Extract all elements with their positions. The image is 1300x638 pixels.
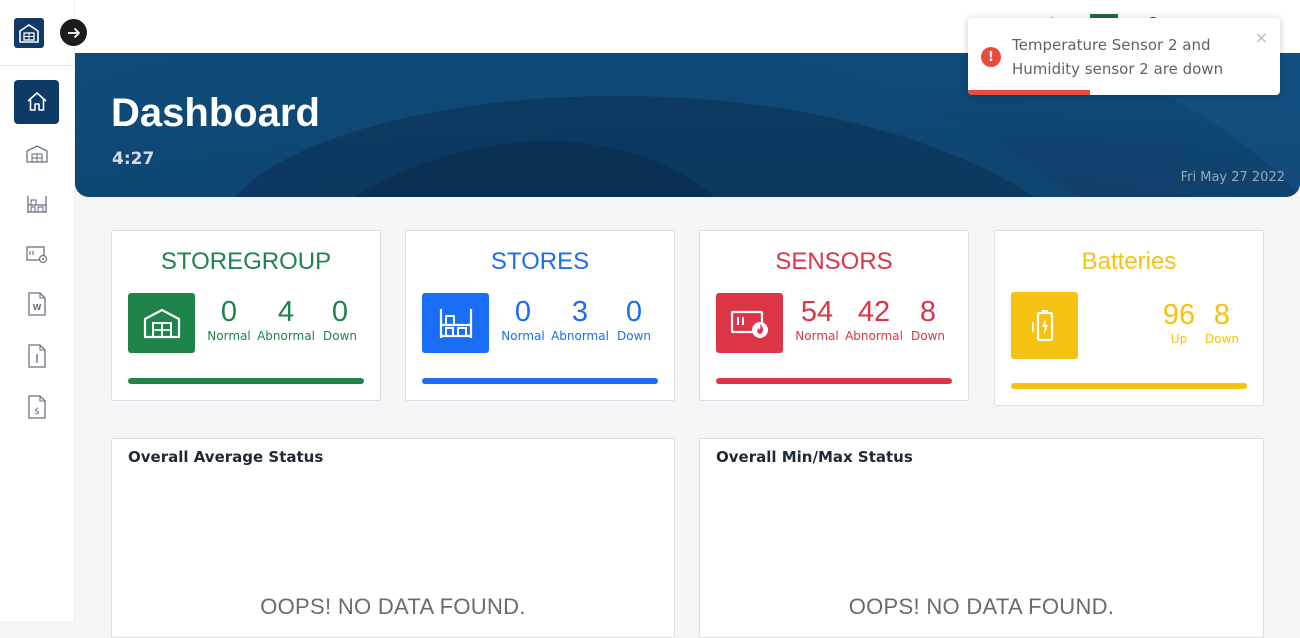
sidebar-item-home[interactable]: [14, 80, 59, 124]
warehouse-icon: [25, 145, 48, 163]
card-title: STOREGROUP: [160, 248, 332, 275]
stat-value: 0: [331, 296, 349, 328]
sidebar-item-finance-report[interactable]: $: [14, 385, 59, 429]
shelves-icon: [439, 309, 472, 338]
overall-minmax-status-panel: Overall Min/Max Status OOPS! NO DATA FOU…: [699, 438, 1264, 638]
sidebar-item-info-report[interactable]: [14, 334, 59, 378]
clock-time: 4:27: [112, 149, 155, 169]
sensors-icon-box: [716, 293, 783, 353]
warehouse-icon: [143, 308, 180, 339]
stat-label: Up: [1170, 332, 1188, 346]
sidebar-item-word-report[interactable]: W: [14, 282, 59, 326]
dollar-doc-icon: $: [27, 395, 46, 419]
stat-value: 0: [220, 296, 238, 328]
toast-message: Temperature Sensor 2 and Humidity sensor…: [1012, 36, 1224, 78]
storegroup-card[interactable]: STOREGROUP 0 Normal 4 Abnormal 0 Down: [111, 230, 381, 401]
page-title: Dashboard: [111, 91, 320, 135]
stat-label: Down: [910, 329, 945, 343]
panel-title: Overall Average Status: [128, 448, 324, 466]
card-title: Batteries: [1081, 248, 1177, 275]
sidebar-toggle-button[interactable]: [60, 19, 87, 46]
svg-text:$: $: [34, 407, 40, 417]
stat-label: Abnormal: [257, 329, 315, 343]
warehouse-logo-icon: [19, 24, 39, 43]
stat-label: Abnormal: [845, 329, 903, 343]
card-title: STORES: [490, 248, 590, 275]
card-accent-bar: [716, 378, 952, 384]
sensor-fire-icon: [730, 310, 768, 338]
overall-average-status-panel: Overall Average Status OOPS! NO DATA FOU…: [111, 438, 675, 638]
sidebar-item-storegroups[interactable]: [14, 132, 59, 176]
sidebar-divider: [0, 65, 75, 66]
stat-value: 3: [571, 296, 589, 328]
stat-down: 8 Down: [906, 295, 950, 343]
no-data-message: OOPS! NO DATA FOUND.: [260, 594, 526, 619]
stat-label: Down: [322, 329, 357, 343]
current-date: Fri May 27 2022: [1180, 170, 1285, 185]
stat-value: 96: [1162, 299, 1196, 331]
info-doc-icon: [27, 344, 46, 368]
arrow-right-icon: [67, 27, 80, 38]
stat-normal: 0 Normal: [204, 295, 254, 343]
stat-label: Normal: [795, 329, 839, 343]
stat-value: 4: [277, 296, 295, 328]
card-accent-bar: [128, 378, 364, 384]
stores-card[interactable]: STORES 0 Normal 3 Abnormal 0 Down: [405, 230, 675, 401]
stat-up: 96 Up: [1155, 298, 1203, 346]
sensor-icon: [25, 246, 47, 264]
stat-down: 0 Down: [318, 295, 362, 343]
stat-label: Abnormal: [551, 329, 609, 343]
stat-normal: 0 Normal: [498, 295, 548, 343]
stat-down: 8 Down: [1201, 298, 1243, 346]
shelves-icon: [26, 196, 47, 213]
home-icon: [26, 92, 47, 111]
stat-abnormal: 4 Abnormal: [256, 295, 316, 343]
panel-title: Overall Min/Max Status: [716, 448, 913, 466]
stat-value: 8: [919, 296, 937, 328]
card-accent-bar: [1011, 383, 1247, 389]
sidebar-item-sensors[interactable]: [14, 232, 59, 276]
batteries-card[interactable]: Batteries 96 Up 8 Down: [994, 230, 1264, 406]
stat-label: Down: [1204, 332, 1239, 346]
toast-close-button[interactable]: ×: [1255, 30, 1268, 46]
sidebar: W $: [0, 0, 75, 621]
word-doc-icon: W: [27, 292, 46, 316]
toast-progress-bar: [968, 90, 1090, 95]
stat-value: 8: [1213, 299, 1231, 331]
batteries-icon-box: [1011, 292, 1078, 359]
stat-value: 0: [514, 296, 532, 328]
svg-text:W: W: [32, 303, 41, 312]
stat-normal: 54 Normal: [792, 295, 842, 343]
error-icon: !: [981, 47, 1001, 67]
card-title: SENSORS: [775, 248, 893, 275]
stat-label: Down: [616, 329, 651, 343]
stat-abnormal: 42 Abnormal: [844, 295, 904, 343]
stat-label: Normal: [207, 329, 251, 343]
stores-icon-box: [422, 293, 489, 353]
stat-value: 42: [857, 296, 891, 328]
no-data-message: OOPS! NO DATA FOUND.: [848, 594, 1115, 619]
storegroup-icon-box: [128, 293, 195, 353]
sensors-card[interactable]: SENSORS 54 Normal 42 Abnormal 8 Down: [699, 230, 969, 401]
stat-label: Normal: [501, 329, 545, 343]
stat-value: 0: [625, 296, 643, 328]
card-accent-bar: [422, 378, 658, 384]
stat-value: 54: [800, 296, 834, 328]
stat-abnormal: 3 Abnormal: [550, 295, 610, 343]
error-toast: ! Temperature Sensor 2 and Humidity sens…: [968, 18, 1280, 95]
stat-down: 0 Down: [612, 295, 656, 343]
sidebar-item-stores[interactable]: [14, 182, 59, 226]
app-logo[interactable]: [14, 18, 44, 48]
battery-charging-icon: [1031, 309, 1053, 341]
